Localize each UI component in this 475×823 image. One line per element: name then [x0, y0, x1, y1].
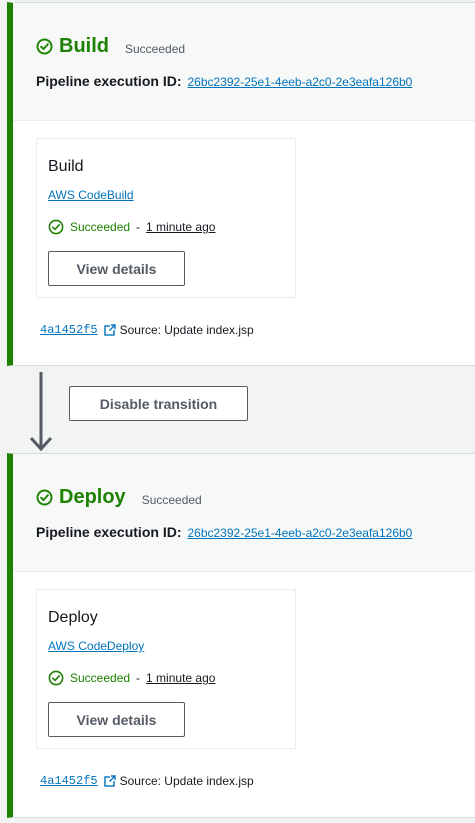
action-status-text: Succeeded [70, 220, 131, 234]
stage-transition: Disable transition [0, 366, 475, 453]
action-time: 1 minute ago [146, 671, 216, 685]
action-card-build: Build AWS CodeBuild Succeeded - 1 minute… [36, 138, 296, 298]
pipeline-execution-label: Pipeline execution ID: [36, 524, 182, 540]
action-card-deploy: Deploy AWS CodeDeploy Succeeded - 1 minu… [36, 589, 296, 749]
stage-deploy: Deploy Succeeded Pipeline execution ID: … [7, 453, 475, 818]
pipeline-execution-id-link[interactable]: 26bc2392-25e1-4eeb-a2c0-2e3eafa126b0 [187, 526, 412, 540]
stage-header: Deploy Succeeded Pipeline execution ID: … [13, 454, 475, 572]
pipeline-execution-row: Pipeline execution ID: 26bc2392-25e1-4ee… [36, 524, 412, 540]
source-row: 4a1452f5 Source: Update index.jsp [40, 323, 254, 337]
stage-build: Build Succeeded Pipeline execution ID: 2… [7, 2, 475, 366]
stage-status: Succeeded [125, 41, 186, 56]
provider-link[interactable]: AWS CodeDeploy [48, 639, 144, 653]
check-circle-icon [36, 38, 53, 55]
external-link-icon[interactable] [103, 775, 116, 787]
pipeline-execution-label: Pipeline execution ID: [36, 73, 182, 89]
source-summary: Source: Update index.jsp [119, 323, 254, 337]
stage-header: Build Succeeded Pipeline execution ID: 2… [13, 3, 475, 121]
external-link-icon[interactable] [103, 324, 116, 336]
source-row: 4a1452f5 Source: Update index.jsp [40, 774, 254, 788]
action-name: Build [48, 158, 84, 175]
pipeline-execution-id-link[interactable]: 26bc2392-25e1-4eeb-a2c0-2e3eafa126b0 [187, 75, 412, 89]
action-status-row: Succeeded - 1 minute ago [48, 219, 215, 235]
commit-id-link[interactable]: 4a1452f5 [40, 323, 98, 337]
stage-name: Build [59, 35, 109, 57]
stage-title-row: Build Succeeded [36, 35, 185, 58]
view-details-button[interactable]: View details [48, 702, 185, 737]
action-name: Deploy [48, 609, 98, 626]
disable-transition-button[interactable]: Disable transition [69, 386, 248, 421]
check-circle-icon [48, 219, 64, 235]
view-details-button[interactable]: View details [48, 251, 185, 286]
action-time: 1 minute ago [146, 220, 216, 234]
arrow-down-icon [29, 372, 53, 452]
pipeline-execution-row: Pipeline execution ID: 26bc2392-25e1-4ee… [36, 73, 412, 89]
stage-title-row: Deploy Succeeded [36, 486, 202, 509]
provider-link[interactable]: AWS CodeBuild [48, 188, 134, 202]
source-summary: Source: Update index.jsp [119, 774, 254, 788]
action-status-row: Succeeded - 1 minute ago [48, 670, 215, 686]
stage-name: Deploy [59, 486, 126, 508]
check-circle-icon [48, 670, 64, 686]
status-separator: - [136, 671, 141, 685]
commit-id-link[interactable]: 4a1452f5 [40, 774, 98, 788]
check-circle-icon [36, 489, 53, 506]
action-status-text: Succeeded [70, 671, 131, 685]
status-separator: - [136, 220, 141, 234]
stage-status: Succeeded [141, 492, 202, 507]
